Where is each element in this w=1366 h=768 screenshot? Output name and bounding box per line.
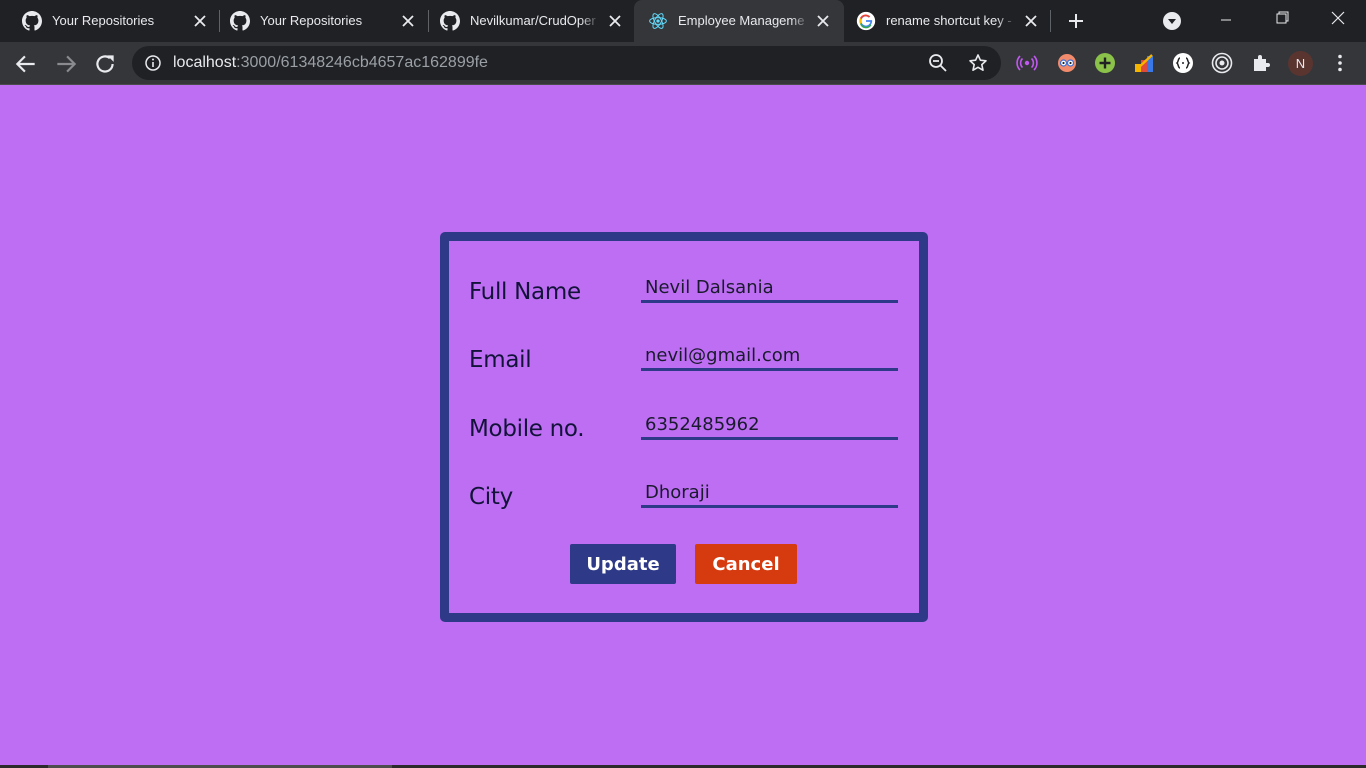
tab-title: Your Repositories [52, 13, 155, 28]
react-icon [649, 13, 667, 29]
form-row-city: City [469, 472, 909, 512]
form-row-full-name: Full Name [469, 267, 909, 307]
tab-your-repositories-1[interactable]: Your Repositories [8, 0, 218, 42]
url-text[interactable]: localhost:3000/61348246cb4657ac162899fe [173, 54, 488, 72]
minimize-icon[interactable] [1198, 0, 1254, 42]
mobile-label: Mobile no. [469, 416, 585, 442]
site-info-icon[interactable] [144, 54, 162, 72]
add-plus-extension-icon[interactable] [1094, 52, 1116, 74]
restore-window-icon[interactable] [1254, 0, 1310, 42]
close-icon[interactable] [1022, 12, 1040, 30]
close-window-icon[interactable] [1310, 0, 1366, 42]
reload-icon[interactable] [92, 51, 118, 77]
back-arrow-icon[interactable] [13, 51, 39, 77]
cancel-button[interactable]: Cancel [695, 544, 797, 584]
tab-title: Nevilkumar/CrudOper [470, 13, 596, 28]
update-button[interactable]: Update [570, 544, 676, 584]
color-picker-extension-icon[interactable] [1133, 52, 1155, 74]
form-row-email: Email [469, 335, 909, 375]
broadcast-extension-icon[interactable] [1016, 52, 1038, 74]
form-row-mobile: Mobile no. [469, 404, 909, 444]
tab-title: Employee Manageme [678, 13, 805, 28]
bookmark-star-icon[interactable] [968, 53, 988, 73]
owl-extension-icon[interactable] [1056, 52, 1078, 74]
url-path: :3000/61348246cb4657ac162899fe [236, 54, 488, 71]
tab-your-repositories-2[interactable]: Your Repositories [216, 0, 426, 42]
github-icon [440, 11, 460, 31]
tab-google-search[interactable]: rename shortcut key - [842, 0, 1050, 42]
close-icon[interactable] [814, 12, 832, 30]
tab-title: rename shortcut key - [886, 13, 1012, 28]
browser-tab-strip: Your Repositories Your Repositories Nevi… [0, 0, 1366, 42]
city-label: City [469, 484, 513, 510]
tab-search-chevron-icon[interactable] [1162, 11, 1182, 31]
google-icon [856, 11, 876, 31]
close-icon[interactable] [399, 12, 417, 30]
edit-employee-form: Full Name Email Mobile no. City Update C… [440, 232, 928, 622]
address-bar[interactable]: localhost:3000/61348246cb4657ac162899fe [132, 46, 1001, 80]
email-label: Email [469, 347, 532, 373]
profile-avatar[interactable]: N [1288, 51, 1313, 76]
close-icon[interactable] [191, 12, 209, 30]
new-tab-plus-icon[interactable] [1066, 11, 1086, 31]
target-extension-icon[interactable] [1211, 52, 1233, 74]
github-icon [22, 11, 42, 31]
email-input[interactable] [641, 335, 898, 371]
url-host: localhost [173, 54, 237, 71]
tab-title: Your Repositories [260, 13, 363, 28]
json-formatter-extension-icon[interactable] [1172, 52, 1194, 74]
kebab-menu-icon[interactable] [1329, 52, 1351, 74]
extensions-puzzle-icon[interactable] [1250, 52, 1272, 74]
full-name-label: Full Name [469, 279, 581, 305]
tab-separator [1050, 10, 1051, 32]
full-name-input[interactable] [641, 267, 898, 303]
github-icon [230, 11, 250, 31]
tab-crud-repository[interactable]: Nevilkumar/CrudOper [426, 0, 634, 42]
zoom-icon[interactable] [928, 53, 948, 73]
close-icon[interactable] [606, 12, 624, 30]
forward-arrow-icon[interactable] [53, 51, 79, 77]
browser-toolbar: localhost:3000/61348246cb4657ac162899fe [0, 42, 1366, 85]
city-input[interactable] [641, 472, 898, 508]
mobile-input[interactable] [641, 404, 898, 440]
tab-employee-management[interactable]: Employee Manageme [634, 0, 844, 42]
